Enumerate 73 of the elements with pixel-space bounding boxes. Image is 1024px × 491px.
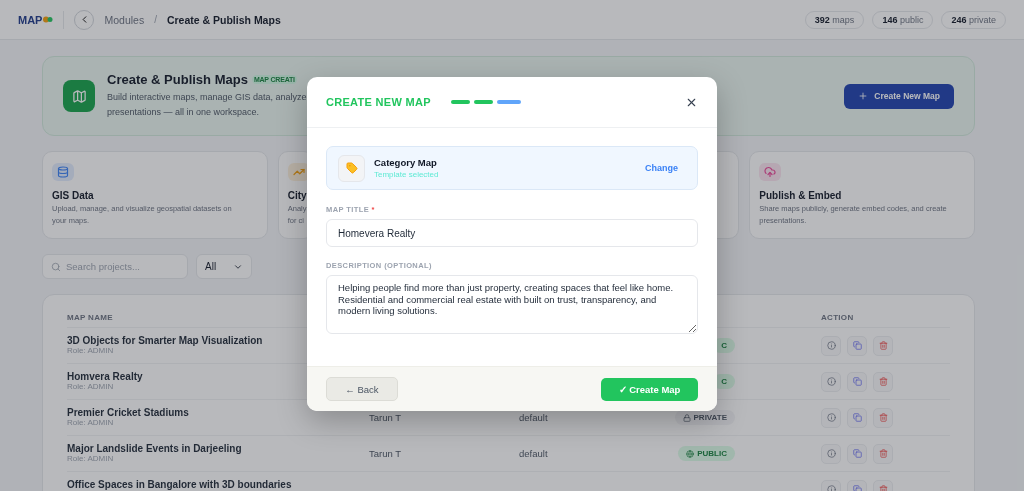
copy-icon — [852, 485, 862, 491]
create-map-button[interactable]: Create New Map — [844, 83, 954, 109]
database-icon — [57, 166, 69, 178]
status-badge: PUBLIC — [678, 446, 735, 461]
plus-icon — [858, 91, 869, 101]
info-icon — [826, 341, 836, 350]
stat-pill: 246 private — [941, 10, 1006, 29]
change-link[interactable]: Change — [645, 163, 678, 173]
tag-icon — [345, 162, 358, 174]
feature-title: City — [287, 190, 307, 201]
map-name[interactable]: 3D Objects for Smarter Map Visualization — [67, 334, 263, 346]
copy-icon — [852, 413, 862, 422]
breadcrumb-separator: / — [154, 14, 157, 25]
back-button[interactable]: ← Back — [326, 377, 398, 401]
info-icon — [826, 377, 836, 386]
copy-icon — [852, 449, 862, 458]
copy-icon — [852, 341, 862, 350]
page-title: Create & Publish Maps — [107, 72, 248, 87]
breadcrumb-item: Create & Publish Maps — [166, 13, 281, 26]
description-field[interactable]: Helping people find more than just property, creating spaces that feel like home. Residential and commercial real estate with built on trust, transparency, and modern living solutions. — [326, 275, 698, 334]
globe-icon — [686, 449, 695, 458]
feature-title: GIS Data — [52, 190, 94, 201]
back-button[interactable] — [74, 9, 95, 30]
dialog-title: CREATE NEW MAP — [326, 96, 431, 108]
map-name[interactable]: Homvera Realty — [67, 370, 143, 382]
trash-icon — [878, 377, 888, 386]
owner-cell-text: Tarun T — [369, 448, 403, 459]
copy-button[interactable] — [847, 371, 867, 392]
app-logo[interactable]: MAP — [18, 13, 54, 26]
template-cell-text: default — [519, 448, 549, 459]
template-status: Template selected — [374, 170, 439, 179]
info-button[interactable] — [821, 371, 841, 392]
copy-button[interactable] — [847, 407, 867, 428]
column-header: ACTION — [821, 312, 855, 322]
copy-button[interactable] — [847, 443, 867, 464]
map-name[interactable]: Major Landslide Events in Darjeeling — [67, 442, 242, 454]
info-button[interactable] — [821, 407, 841, 428]
map-title-field[interactable]: Homevera Realty — [326, 219, 698, 247]
lock-icon — [682, 413, 691, 422]
map-glyph-icon — [71, 88, 87, 104]
trash-icon — [878, 449, 888, 458]
role-label: Role: ADMIN — [67, 453, 114, 463]
breadcrumb-item[interactable]: Modules — [104, 13, 145, 26]
info-icon — [826, 449, 836, 458]
template-cell-text: default — [519, 412, 549, 423]
map-name[interactable]: Office Spaces in Bangalore with 3D boundaries — [67, 478, 292, 490]
feature-title: Publish & Embed — [759, 190, 842, 201]
copy-button[interactable] — [847, 335, 867, 356]
delete-button[interactable] — [873, 443, 893, 464]
trend-line-icon — [292, 166, 305, 178]
trash-icon — [878, 413, 888, 422]
filter-dropdown[interactable]: All — [196, 254, 252, 279]
info-button[interactable] — [821, 335, 841, 356]
status-badge: PRIVATE — [674, 410, 735, 425]
owner-cell-text: Tarun T — [369, 412, 403, 423]
delete-button[interactable] — [873, 407, 893, 428]
stat-pill: 392 maps — [804, 10, 865, 29]
column-header: MAP NAME — [67, 312, 114, 322]
trash-icon — [878, 485, 888, 491]
search-icon — [51, 261, 61, 272]
info-button[interactable] — [821, 443, 841, 464]
info-icon — [826, 485, 836, 491]
cloud-upload-icon — [764, 166, 777, 178]
stat-pill: 146 public — [872, 10, 934, 29]
trash-icon — [878, 341, 888, 350]
page-description: Build interactive maps, manage GIS data, analyze presentations — all in one workspace. — [107, 91, 307, 119]
template-name: Category Map — [374, 157, 438, 168]
info-icon — [826, 413, 836, 422]
delete-button[interactable] — [873, 371, 893, 392]
map-name[interactable]: Premier Cricket Stadiums — [67, 406, 189, 418]
delete-button[interactable] — [873, 335, 893, 356]
copy-icon — [852, 377, 862, 386]
logo-mark-icon — [43, 15, 54, 24]
